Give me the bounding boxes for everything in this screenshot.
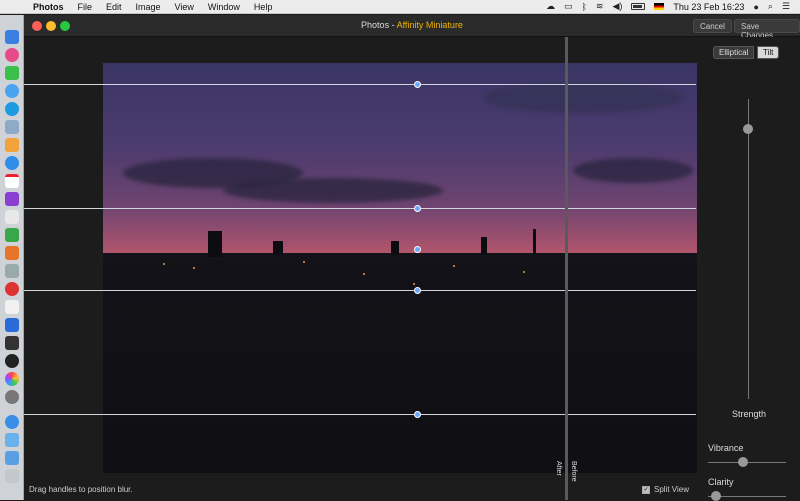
building-silhouette [273, 241, 283, 255]
title-bar: Photos - Affinity Miniature Cancel Save … [24, 15, 800, 40]
dock-trash-icon[interactable] [5, 469, 19, 483]
window-title-app: Photos - [361, 20, 397, 30]
dock-app-gray-icon[interactable] [5, 264, 19, 278]
dock-app-icon[interactable] [5, 30, 19, 44]
dock-app-s-icon[interactable] [5, 336, 19, 350]
creative-cloud-icon[interactable]: ☁ [546, 1, 555, 12]
dock-folder-icon[interactable] [5, 433, 19, 447]
dock-app-music-icon[interactable] [5, 354, 19, 368]
wifi-icon[interactable]: ≋ [596, 1, 604, 12]
mode-tilt-button[interactable]: Tilt [757, 46, 780, 59]
clarity-label: Clarity [708, 477, 734, 487]
blur-outer-bottom-handle[interactable] [414, 411, 421, 418]
strength-slider-track[interactable] [748, 99, 749, 399]
before-label: Before [570, 461, 577, 482]
dock-safari-icon[interactable] [5, 156, 19, 170]
dock-photos-icon[interactable] [5, 372, 19, 386]
menu-help[interactable]: Help [247, 2, 280, 12]
battery-icon[interactable] [631, 3, 646, 10]
dock-app-orange-icon[interactable] [5, 246, 19, 260]
blur-outer-bottom-line[interactable] [24, 414, 696, 415]
window-title: Photos - Affinity Miniature [24, 20, 800, 30]
split-view-toggle[interactable]: ✓ Split View [642, 485, 689, 494]
dock-facetime-icon[interactable] [5, 66, 19, 80]
menu-file[interactable]: File [71, 2, 100, 12]
city-light [193, 267, 195, 269]
spotlight-search-icon[interactable]: ⌕ [768, 1, 773, 12]
city-light [523, 271, 525, 273]
dock-onenote-icon[interactable] [5, 192, 19, 206]
focus-top-line[interactable] [24, 208, 696, 209]
photo-canvas[interactable] [103, 63, 697, 473]
cancel-button[interactable]: Cancel [693, 19, 732, 33]
window-title-extension: Affinity Miniature [396, 20, 463, 30]
dock-evernote-icon[interactable] [5, 228, 19, 242]
tv-tower [533, 229, 536, 255]
dock-downloads-icon[interactable] [5, 451, 19, 465]
volume-icon[interactable]: ◀) [612, 1, 622, 12]
focus-top-handle[interactable] [414, 205, 421, 212]
focus-bottom-line[interactable] [24, 290, 696, 291]
dock-app-pdf-icon[interactable] [5, 300, 19, 314]
menu-window[interactable]: Window [201, 2, 247, 12]
after-label: After [555, 461, 562, 476]
display-icon[interactable]: ▭ [564, 1, 573, 12]
photo-cloud [573, 158, 693, 183]
dock-preview-icon[interactable] [5, 120, 19, 134]
dock [0, 15, 24, 500]
photo-cloud [223, 178, 443, 203]
cathedral-spire [208, 231, 222, 257]
menu-app-photos[interactable]: Photos [26, 2, 71, 12]
photos-window: Photos - Affinity Miniature Cancel Save … [24, 15, 800, 501]
focus-bottom-handle[interactable] [414, 287, 421, 294]
user-icon[interactable]: ● [753, 2, 758, 12]
adjustment-panel: Elliptical Tilt Strength Vibrance Clarit… [700, 37, 800, 501]
dock-textedit-icon[interactable] [5, 210, 19, 224]
vibrance-slider-knob[interactable] [738, 457, 749, 467]
notification-center-icon[interactable]: ☰ [782, 1, 790, 12]
instruction-hint: Drag handles to position blur. [29, 485, 133, 494]
split-view-label: Split View [654, 485, 689, 494]
split-view-divider[interactable] [565, 37, 568, 500]
clock[interactable]: Thu 23 Feb 16:23 [673, 2, 744, 12]
city-light [453, 265, 455, 267]
dock-calendar-icon[interactable] [5, 174, 19, 188]
city-light [303, 261, 305, 263]
blur-band-overlay [103, 293, 697, 473]
photo-cloud [483, 83, 683, 113]
bluetooth-icon[interactable]: ᛒ [582, 2, 587, 12]
city-light [413, 283, 415, 285]
strength-slider-knob[interactable] [743, 124, 753, 134]
dock-itunes-icon[interactable] [5, 48, 19, 62]
menu-bar: Photos File Edit Image View Window Help … [0, 0, 800, 14]
dock-app-blue-icon[interactable] [5, 415, 19, 429]
menu-edit[interactable]: Edit [99, 2, 129, 12]
focus-center-handle[interactable] [414, 246, 421, 253]
input-source-flag-icon[interactable] [654, 3, 665, 10]
dock-messages-icon[interactable] [5, 84, 19, 98]
building-silhouette [391, 241, 399, 255]
city-light [363, 273, 365, 275]
blur-outer-top-line[interactable] [24, 84, 696, 85]
dock-skype-icon[interactable] [5, 102, 19, 116]
building-silhouette [481, 237, 487, 255]
dock-app-red-icon[interactable] [5, 282, 19, 296]
save-changes-button[interactable]: Save Changes [734, 19, 800, 40]
blur-outer-top-handle[interactable] [414, 81, 421, 88]
dock-word-icon[interactable] [5, 318, 19, 332]
menu-view[interactable]: View [168, 2, 201, 12]
city-light [163, 263, 165, 265]
split-view-checkbox[interactable]: ✓ [642, 485, 650, 494]
mode-elliptical-button[interactable]: Elliptical [713, 46, 755, 59]
dock-app-settings-icon[interactable] [5, 390, 19, 404]
vibrance-label: Vibrance [708, 443, 744, 453]
menu-image[interactable]: Image [129, 2, 168, 12]
dock-pages-icon[interactable] [5, 138, 19, 152]
strength-label: Strength [732, 409, 767, 419]
